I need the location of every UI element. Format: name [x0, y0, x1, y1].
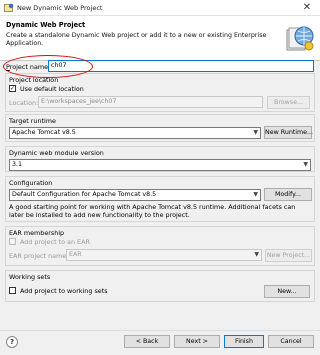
- new-ear-project-button[interactable]: New Project...: [265, 249, 312, 262]
- configuration-title: Configuration: [9, 179, 53, 187]
- cancel-button[interactable]: Cancel: [268, 335, 314, 348]
- eclipse-new-project-icon: [4, 3, 14, 12]
- wizard-page-title: Dynamic Web Project: [6, 21, 86, 29]
- new-working-set-button[interactable]: New...: [264, 285, 310, 298]
- configuration-select[interactable]: Default Configuration for Apache Tomcat …: [9, 189, 261, 201]
- window-title: New Dynamic Web Project: [17, 4, 103, 12]
- target-runtime-select[interactable]: Apache Tomcat v8.5 ▼: [9, 127, 261, 139]
- close-icon[interactable]: ✕: [298, 1, 316, 15]
- module-version-value: 3.1: [12, 161, 23, 168]
- add-to-ear-label: Add project to an EAR: [20, 238, 90, 246]
- location-label: Location:: [9, 99, 39, 107]
- help-icon[interactable]: ?: [6, 336, 18, 348]
- chevron-down-icon: ▼: [303, 161, 308, 168]
- location-input[interactable]: E:\workspaces_jee\ch07: [38, 96, 263, 108]
- ear-project-name-value: EAR: [69, 251, 82, 258]
- module-version-select[interactable]: 3.1 ▼: [9, 159, 311, 171]
- web-project-wizard-icon: [286, 26, 314, 51]
- modify-button[interactable]: Modify...: [264, 188, 312, 201]
- new-runtime-button[interactable]: New Runtime...: [264, 126, 313, 139]
- target-runtime-title: Target runtime: [9, 117, 56, 125]
- project-name-input[interactable]: ch07: [48, 60, 314, 72]
- project-name-label-text: roject name:: [9, 63, 51, 71]
- target-runtime-value: Apache Tomcat v8.5: [12, 129, 76, 136]
- wizard-page-description: Create a standalone Dynamic Web project …: [6, 32, 267, 48]
- footer-separator: [0, 330, 320, 331]
- back-button[interactable]: < Back: [124, 335, 170, 348]
- chevron-down-icon: ▼: [254, 251, 259, 258]
- project-name-label: Project name:: [6, 63, 51, 71]
- next-button[interactable]: Next >: [174, 335, 220, 348]
- browse-button[interactable]: Browse...: [267, 96, 310, 109]
- ear-project-name-label: EAR project name:: [9, 252, 69, 260]
- add-to-working-sets-label: Add project to working sets: [20, 287, 108, 295]
- module-version-title: Dynamic web module version: [9, 149, 104, 157]
- ear-membership-title: EAR membership: [9, 229, 65, 237]
- configuration-description: A good starting point for working with A…: [9, 203, 296, 219]
- project-location-title: Project location: [9, 76, 59, 84]
- chevron-down-icon: ▼: [253, 129, 258, 136]
- use-default-location-label: Use default location: [20, 85, 84, 93]
- working-sets-title: Working sets: [9, 273, 51, 281]
- chevron-down-icon: ▼: [253, 191, 258, 198]
- use-default-location-checkbox[interactable]: ✓: [9, 85, 16, 92]
- ear-project-name-select[interactable]: EAR ▼: [66, 249, 262, 261]
- finish-button[interactable]: Finish: [224, 335, 264, 348]
- add-to-working-sets-checkbox[interactable]: [9, 287, 16, 294]
- add-to-ear-checkbox[interactable]: [9, 238, 16, 245]
- configuration-value: Default Configuration for Apache Tomcat …: [12, 191, 157, 198]
